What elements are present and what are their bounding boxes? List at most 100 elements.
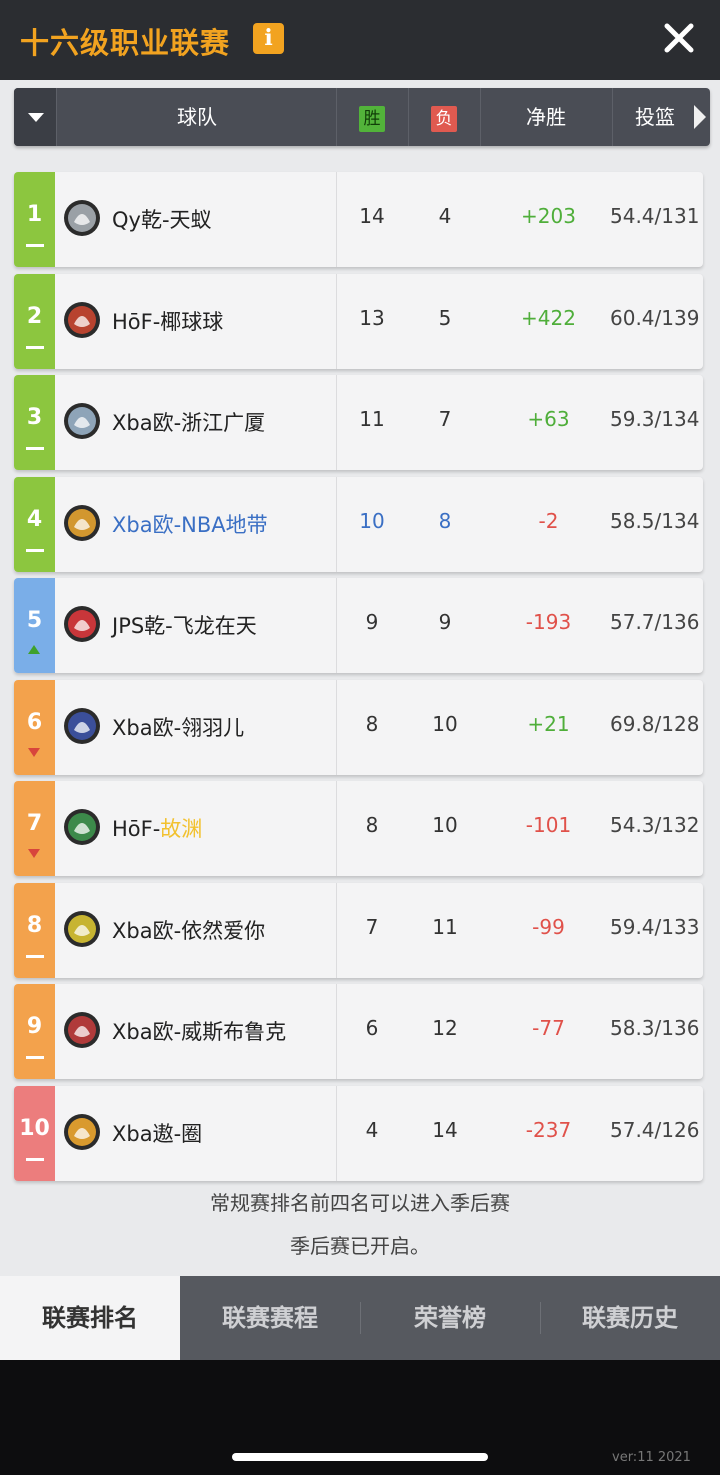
team-logo-icon xyxy=(64,403,100,439)
team-name: Xba欧-NBA地带 xyxy=(112,513,268,537)
team-logo-icon xyxy=(64,911,100,947)
table-row[interactable]: 2 HōF-椰球球 13 5 +422 60.4/139 xyxy=(14,274,703,369)
losses-cell: 4 xyxy=(438,204,452,228)
rank-number: 7 xyxy=(26,811,43,836)
net-diff-cell: -99 xyxy=(532,915,565,939)
table-row[interactable]: 7 HōF-故渊 8 10 -101 54.3/132 xyxy=(14,781,703,876)
info-icon[interactable]: i xyxy=(253,23,284,54)
losses-cell: 5 xyxy=(438,306,452,330)
win-badge: 胜 xyxy=(359,105,385,132)
wins-cell: 9 xyxy=(365,610,379,634)
tab-league-standings[interactable]: 联赛排名 xyxy=(0,1276,180,1360)
row-divider xyxy=(336,1086,337,1181)
team-name: Xba欧-威斯布鲁克 xyxy=(112,1020,287,1044)
losses-cell: 7 xyxy=(438,407,452,431)
table-row[interactable]: 6 Xba欧-翎羽儿 8 10 +21 69.8/128 xyxy=(14,680,703,775)
rank-number: 3 xyxy=(26,405,43,430)
row-divider xyxy=(336,883,337,978)
team-name-highlight: 故渊 xyxy=(160,817,203,841)
close-icon[interactable] xyxy=(659,18,699,58)
row-divider xyxy=(336,578,337,673)
rank-cell: 1 xyxy=(14,172,55,267)
losses-cell: 9 xyxy=(438,610,452,634)
row-divider xyxy=(336,172,337,267)
wins-cell: 4 xyxy=(365,1118,379,1142)
row-divider xyxy=(336,680,337,775)
rank-cell: 5 xyxy=(14,578,55,673)
team-name: HōF-故渊 xyxy=(112,813,202,843)
net-diff-cell: -77 xyxy=(532,1016,565,1040)
dropdown-toggle-icon[interactable] xyxy=(14,88,57,146)
team-name: Xba遨-圈 xyxy=(112,1122,203,1146)
rank-number: 1 xyxy=(26,202,43,227)
team-name: Qy乾-天蚁 xyxy=(112,208,212,232)
rank-cell: 7 xyxy=(14,781,55,876)
losses-cell: 11 xyxy=(432,915,458,939)
net-diff-cell: -2 xyxy=(538,509,559,533)
team-logo-icon xyxy=(64,809,100,845)
team-logo-icon xyxy=(64,200,100,236)
wins-cell: 8 xyxy=(365,712,379,736)
note-playoff-rule: 常规赛排名前四名可以进入季后赛 xyxy=(210,1191,510,1215)
rank-cell: 2 xyxy=(14,274,55,369)
row-divider xyxy=(336,477,337,572)
trend-down-icon xyxy=(28,849,40,858)
column-loss[interactable]: 负 xyxy=(408,88,480,146)
row-divider xyxy=(336,781,337,876)
table-row[interactable]: 10 Xba遨-圈 4 14 -237 57.4/126 xyxy=(14,1086,703,1181)
rank-number: 10 xyxy=(19,1116,50,1141)
team-name-prefix: HōF- xyxy=(112,817,161,841)
losses-cell: 10 xyxy=(432,712,458,736)
rank-cell: 4 xyxy=(14,477,55,572)
shooting-cell: 59.4/133 xyxy=(610,915,700,939)
wins-cell: 11 xyxy=(359,407,385,431)
trend-up-icon xyxy=(28,645,40,654)
net-diff-cell: -237 xyxy=(525,1118,572,1142)
team-logo-icon xyxy=(64,606,100,642)
rank-number: 5 xyxy=(26,608,43,633)
tab-league-schedule[interactable]: 联赛赛程 xyxy=(180,1276,360,1360)
rank-number: 9 xyxy=(26,1014,43,1039)
row-divider xyxy=(336,274,337,369)
table-row[interactable]: 4 Xba欧-NBA地带 10 8 -2 58.5/134 xyxy=(14,477,703,572)
trend-same-icon xyxy=(26,549,44,552)
home-indicator[interactable] xyxy=(232,1453,488,1461)
scroll-right-icon[interactable] xyxy=(694,105,706,129)
trend-same-icon xyxy=(26,1158,44,1161)
table-row[interactable]: 1 Qy乾-天蚁 14 4 +203 54.4/131 xyxy=(14,172,703,267)
trend-same-icon xyxy=(26,955,44,958)
header-bar: 十六级职业联赛 i xyxy=(0,0,720,80)
table-row[interactable]: 8 Xba欧-依然爱你 7 11 -99 59.4/133 xyxy=(14,883,703,978)
net-diff-cell: +63 xyxy=(527,407,570,431)
shooting-cell: 60.4/139 xyxy=(610,306,700,330)
tab-league-history[interactable]: 联赛历史 xyxy=(540,1276,720,1360)
tab-honor-board[interactable]: 荣誉榜 xyxy=(360,1276,540,1360)
rank-number: 6 xyxy=(26,710,43,735)
losses-cell: 14 xyxy=(432,1118,458,1142)
team-name: Xba欧-翎羽儿 xyxy=(112,716,245,740)
losses-cell: 12 xyxy=(432,1016,458,1040)
column-team[interactable]: 球队 xyxy=(57,88,337,146)
version-label: ver:11 2021 xyxy=(612,1450,691,1465)
net-diff-cell: +21 xyxy=(527,712,570,736)
trend-same-icon xyxy=(26,244,44,247)
table-row[interactable]: 5 JPS乾-飞龙在天 9 9 -193 57.7/136 xyxy=(14,578,703,673)
rank-cell: 3 xyxy=(14,375,55,470)
table-row[interactable]: 3 Xba欧-浙江广厦 11 7 +63 59.3/134 xyxy=(14,375,703,470)
rank-cell: 9 xyxy=(14,984,55,1079)
loss-badge: 负 xyxy=(431,105,457,132)
rank-cell: 6 xyxy=(14,680,55,775)
shooting-cell: 54.3/132 xyxy=(610,813,700,837)
team-name: Xba欧-依然爱你 xyxy=(112,919,266,943)
column-shot[interactable]: 投篮 xyxy=(612,88,698,146)
rank-number: 8 xyxy=(26,913,43,938)
net-diff-cell: -101 xyxy=(525,813,572,837)
shooting-cell: 69.8/128 xyxy=(610,712,700,736)
column-net[interactable]: 净胜 xyxy=(480,88,612,146)
team-logo-icon xyxy=(64,1012,100,1048)
shooting-cell: 57.7/136 xyxy=(610,610,700,634)
table-row[interactable]: 9 Xba欧-威斯布鲁克 6 12 -77 58.3/136 xyxy=(14,984,703,1079)
column-win[interactable]: 胜 xyxy=(336,88,408,146)
team-logo-icon xyxy=(64,302,100,338)
wins-cell: 13 xyxy=(359,306,385,330)
